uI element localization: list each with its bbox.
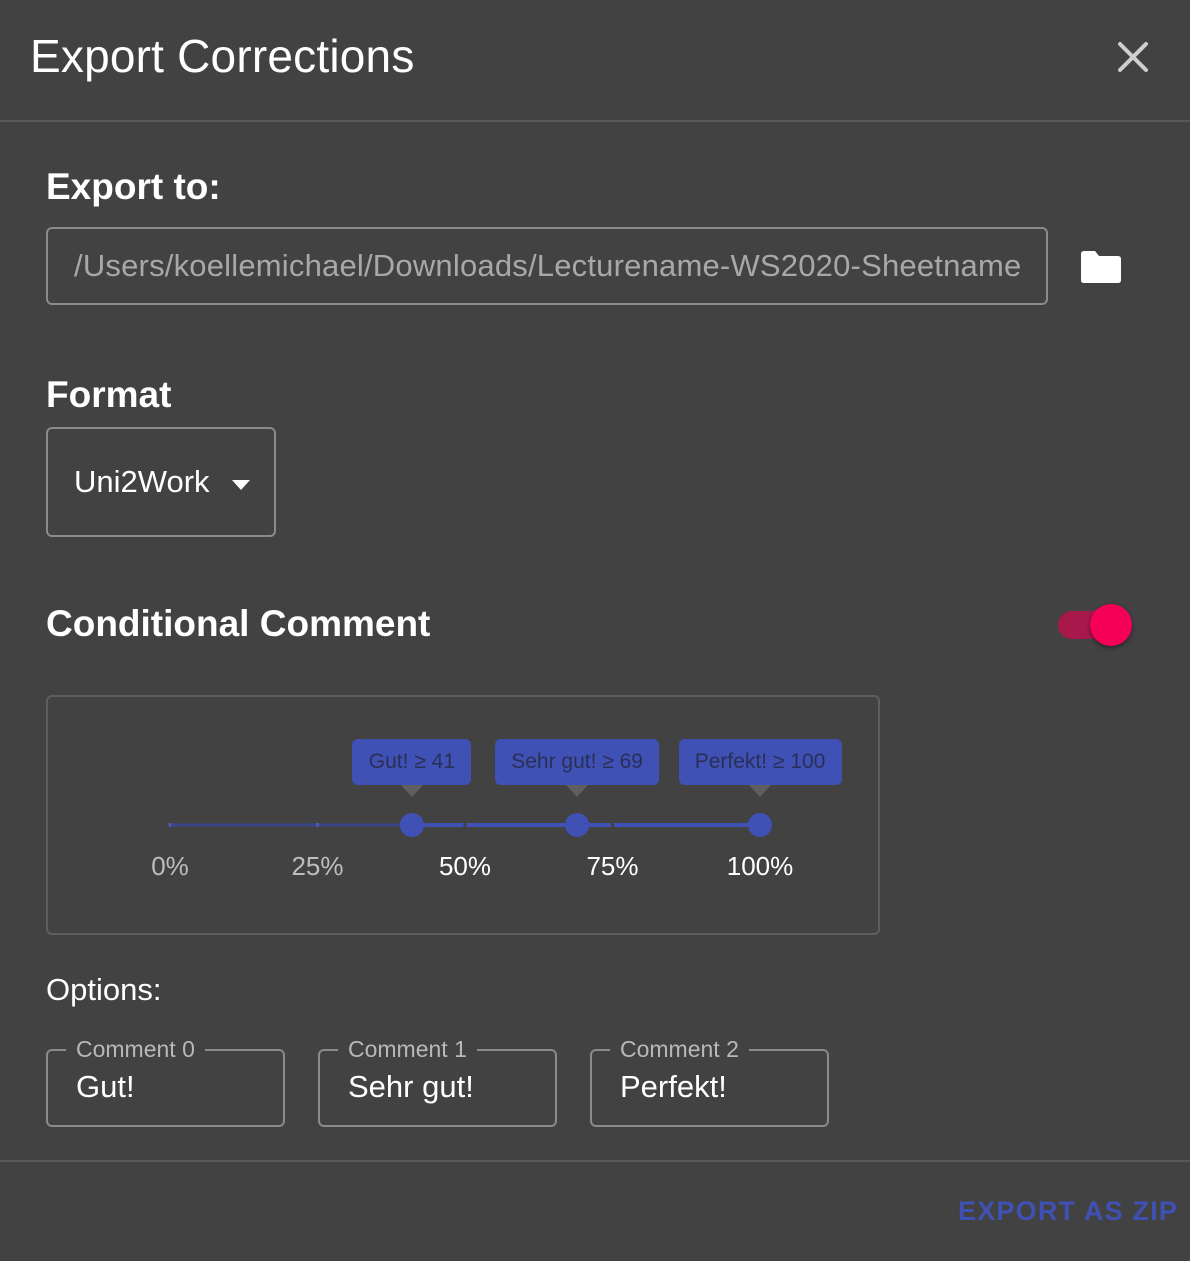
export-path-value: /Users/koellemichael/Downloads/Lecturena…: [74, 248, 1022, 283]
folder-icon: [1081, 251, 1121, 283]
header-divider: [0, 120, 1190, 122]
comment-2-legend: Comment 2: [610, 1034, 749, 1064]
export-as-zip-button[interactable]: EXPORT AS ZIP: [958, 1196, 1178, 1227]
export-path-field[interactable]: /Users/koellemichael/Downloads/Lecturena…: [46, 227, 1048, 305]
close-icon: [1118, 42, 1148, 72]
threshold-tooltip-0: Gut! ≥ 41: [352, 739, 472, 797]
footer-divider: [0, 1160, 1190, 1162]
slider-tick-mark: [316, 823, 319, 827]
format-selected-value: Uni2Work: [74, 464, 210, 499]
comment-0-value: Gut!: [76, 1069, 135, 1104]
comment-2-value: Perfekt!: [620, 1069, 727, 1104]
comment-0-field[interactable]: Comment 0 Gut!: [46, 1034, 285, 1127]
comment-1-legend: Comment 1: [338, 1034, 477, 1064]
comment-2-field[interactable]: Comment 2 Perfekt!: [590, 1034, 829, 1127]
tick-label-0: 0%: [151, 851, 189, 881]
tick-label-4: 100%: [726, 851, 794, 881]
slider-thumb-2[interactable]: [748, 813, 772, 837]
options-label: Options:: [46, 972, 162, 1007]
slider-tick-mark: [611, 823, 614, 827]
slider-thumb-0[interactable]: [399, 813, 424, 837]
chevron-down-icon: [232, 480, 250, 490]
threshold-tooltip-2: Perfekt! ≥ 100: [678, 739, 842, 797]
tick-label-3: 75%: [586, 851, 639, 881]
threshold-tooltip-1: Sehr gut! ≥ 69: [495, 739, 660, 797]
format-select[interactable]: Uni2Work: [46, 427, 276, 537]
close-button[interactable]: [1106, 30, 1160, 84]
export-corrections-dialog: Export Corrections Export to: /Users/koe…: [0, 0, 1190, 1261]
comment-1-field[interactable]: Comment 1 Sehr gut!: [318, 1034, 557, 1127]
tick-label-2: 50%: [438, 851, 492, 881]
export-to-label: Export to:: [46, 166, 221, 207]
threshold-slider[interactable]: [48, 697, 882, 937]
browse-folder-button[interactable]: [1078, 248, 1124, 286]
threshold-slider-container: Gut! ≥ 41 Sehr gut! ≥ 69 Perfekt! ≥ 100 0%…: [46, 695, 880, 935]
toggle-thumb: [1090, 604, 1132, 646]
conditional-comment-label: Conditional Comment: [46, 603, 431, 644]
slider-tick-mark: [463, 823, 467, 827]
dialog-title: Export Corrections: [30, 30, 415, 82]
comment-1-value: Sehr gut!: [348, 1069, 474, 1104]
conditional-comment-toggle[interactable]: [1056, 602, 1134, 648]
tick-label-1: 25%: [291, 851, 344, 881]
comment-0-legend: Comment 0: [66, 1034, 205, 1064]
format-label: Format: [46, 374, 172, 415]
slider-thumb-1[interactable]: [565, 813, 590, 837]
slider-tick-mark: [168, 823, 172, 827]
